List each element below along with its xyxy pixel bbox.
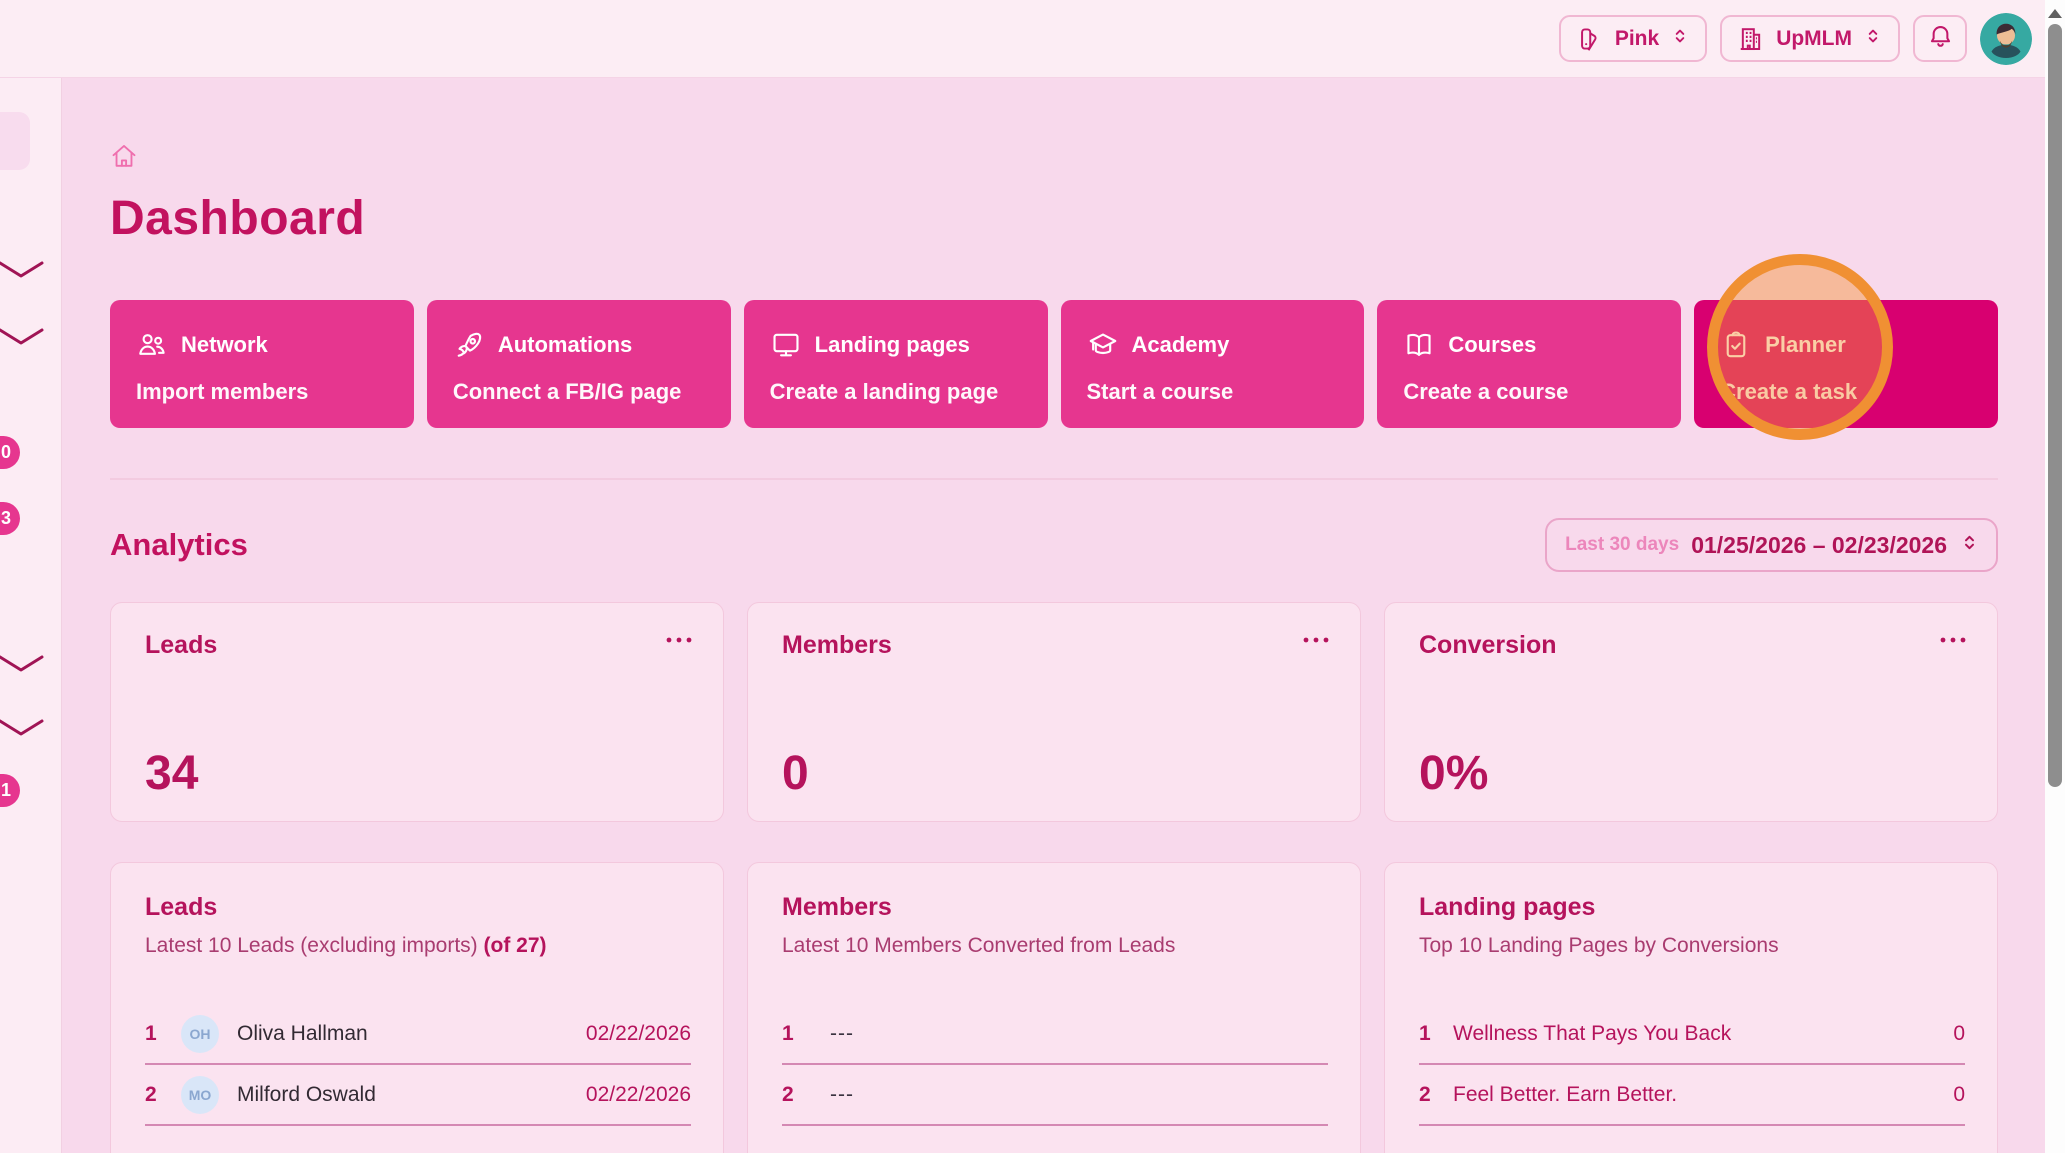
theme-selector-label: Pink: [1614, 26, 1660, 50]
analytics-heading: Analytics: [110, 527, 248, 562]
quick-action-academy[interactable]: Academy Start a course: [1060, 300, 1365, 428]
chevron-down-icon[interactable]: [0, 327, 44, 347]
quick-action-automations[interactable]: Automations Connect a FB/IG page: [426, 300, 731, 428]
member-row: 1 ---: [782, 1004, 1328, 1065]
list-card-leads: Leads Latest 10 Leads (excluding imports…: [110, 862, 724, 1153]
landing-page-row[interactable]: 1 Wellness That Pays You Back 0: [1419, 1004, 1965, 1065]
list-card-title: Leads: [145, 893, 218, 921]
quick-action-landing-pages[interactable]: Landing pages Create a landing page: [743, 300, 1048, 428]
stat-card-value: 0: [782, 747, 809, 800]
chevron-up-down-icon: [1670, 25, 1690, 53]
quick-action-courses[interactable]: Courses Create a course: [1377, 300, 1682, 428]
quick-action-subtitle: Create a course: [1403, 379, 1569, 404]
analytics-header: Analytics Last 30 days 01/25/2026 – 02/2…: [110, 518, 1998, 572]
theme-selector[interactable]: Pink: [1558, 15, 1708, 62]
landing-page-conversions: 0: [1953, 1021, 1965, 1045]
list-card-title: Members: [782, 893, 892, 921]
landing-page-row[interactable]: 2 Feel Better. Earn Better. 0: [1419, 1065, 1965, 1126]
list-card-landing-pages: Landing pages Top 10 Landing Pages by Co…: [1384, 862, 1998, 1153]
user-avatar[interactable]: [1980, 12, 2032, 65]
chevron-up-down-icon: [1959, 531, 1980, 559]
chevron-up-down-icon: [1863, 25, 1883, 53]
more-options-icon[interactable]: [665, 631, 693, 649]
quick-action-subtitle: Connect a FB/IG page: [452, 379, 682, 404]
scrollbar-thumb[interactable]: [2048, 24, 2062, 787]
member-name: ---: [830, 1021, 854, 1045]
stat-card-conversion: Conversion 0%: [1384, 602, 1998, 822]
stat-card-title: Conversion: [1419, 631, 1557, 659]
quick-action-subtitle: Create a landing page: [769, 379, 999, 404]
chevron-down-icon[interactable]: [0, 718, 44, 738]
member-row: 2 ---: [782, 1065, 1328, 1126]
sidebar-active-item[interactable]: [0, 112, 30, 170]
lead-row[interactable]: 2 MO Milford Oswald 02/22/2026: [145, 1065, 691, 1126]
quick-action-subtitle: Start a course: [1086, 379, 1234, 404]
lead-date: 02/22/2026: [585, 1082, 691, 1106]
lead-date: 02/22/2026: [585, 1021, 691, 1045]
lead-row[interactable]: 1 OH Oliva Hallman 02/22/2026: [145, 1004, 691, 1065]
date-range-selector[interactable]: Last 30 days 01/25/2026 – 02/23/2026: [1545, 518, 1998, 572]
graduation-cap-icon: [1087, 329, 1119, 361]
home-icon[interactable]: [110, 142, 138, 175]
building-icon: [1737, 25, 1765, 53]
page-body: 0 3 1 Dashboard Network Import members A…: [0, 78, 2065, 1153]
rocket-icon: [453, 329, 485, 361]
lead-name: Milford Oswald: [237, 1082, 376, 1106]
lead-name: Oliva Hallman: [237, 1021, 368, 1045]
stat-cards-row: Leads 34 Members 0 Conversion 0%: [110, 602, 1998, 822]
list-card-title: Landing pages: [1419, 893, 1596, 921]
quick-action-subtitle: Import members: [136, 379, 309, 404]
quick-action-title: Courses: [1448, 332, 1537, 357]
click-highlight-indicator: [1707, 254, 1893, 440]
notifications-button[interactable]: [1913, 15, 1967, 62]
list-cards-row: Leads Latest 10 Leads (excluding imports…: [110, 862, 1998, 1153]
scrollbar-up-arrow-icon[interactable]: [2048, 9, 2062, 18]
list-card-subtitle: Top 10 Landing Pages by Conversions: [1419, 934, 1779, 957]
page-title: Dashboard: [110, 192, 366, 245]
quick-action-title: Landing pages: [814, 332, 970, 357]
avatar: MO: [181, 1075, 219, 1114]
landing-page-name: Wellness That Pays You Back: [1453, 1021, 1732, 1045]
sidebar-count-badge: 0: [0, 436, 20, 469]
list-card-subtitle: Latest 10 Members Converted from Leads: [782, 934, 1176, 957]
open-book-icon: [1403, 329, 1435, 361]
stat-card-title: Leads: [145, 631, 218, 659]
chevron-down-icon[interactable]: [0, 260, 44, 280]
topbar: Pink UpMLM: [0, 0, 2065, 78]
quick-action-title: Academy: [1131, 332, 1230, 357]
bell-icon: [1927, 23, 1954, 55]
workspace-selector[interactable]: UpMLM: [1720, 15, 1900, 62]
people-icon: [136, 329, 168, 361]
list-card-members: Members Latest 10 Members Converted from…: [747, 862, 1361, 1153]
sidebar: 0 3 1: [0, 78, 62, 1153]
monitor-icon: [770, 329, 802, 361]
stat-card-members: Members 0: [747, 602, 1361, 822]
avatar: OH: [181, 1014, 219, 1053]
member-name: ---: [830, 1082, 854, 1106]
section-divider: [110, 478, 1998, 480]
chevron-down-icon[interactable]: [0, 654, 44, 674]
stat-card-leads: Leads 34: [110, 602, 724, 822]
app-window: Pink UpMLM 0 3 1 Dashboard Network Impor…: [0, 0, 2065, 1153]
list-card-subtitle: Latest 10 Leads (excluding imports) (of …: [145, 934, 547, 957]
stat-card-value: 0%: [1419, 747, 1489, 800]
landing-page-name: Feel Better. Earn Better.: [1453, 1082, 1678, 1106]
date-range-preset: Last 30 days: [1565, 534, 1680, 555]
more-options-icon[interactable]: [1302, 631, 1330, 649]
sidebar-count-badge: 1: [0, 774, 20, 807]
more-options-icon[interactable]: [1939, 631, 1967, 649]
sidebar-count-badge: 3: [0, 502, 20, 535]
stat-card-title: Members: [782, 631, 892, 659]
date-range-value: 01/25/2026 – 02/23/2026: [1691, 531, 1947, 558]
stat-card-value: 34: [145, 747, 199, 800]
vertical-scrollbar[interactable]: [2045, 0, 2065, 1153]
workspace-selector-label: UpMLM: [1776, 26, 1852, 50]
quick-action-title: Network: [181, 332, 268, 357]
palette-icon: [1576, 25, 1604, 53]
main-content: Dashboard Network Import members Automat…: [62, 78, 2065, 1153]
quick-action-network[interactable]: Network Import members: [110, 300, 414, 428]
quick-action-title: Automations: [497, 332, 633, 357]
landing-page-conversions: 0: [1953, 1082, 1965, 1106]
quick-actions-row: Network Import members Automations Conne…: [110, 254, 1998, 440]
